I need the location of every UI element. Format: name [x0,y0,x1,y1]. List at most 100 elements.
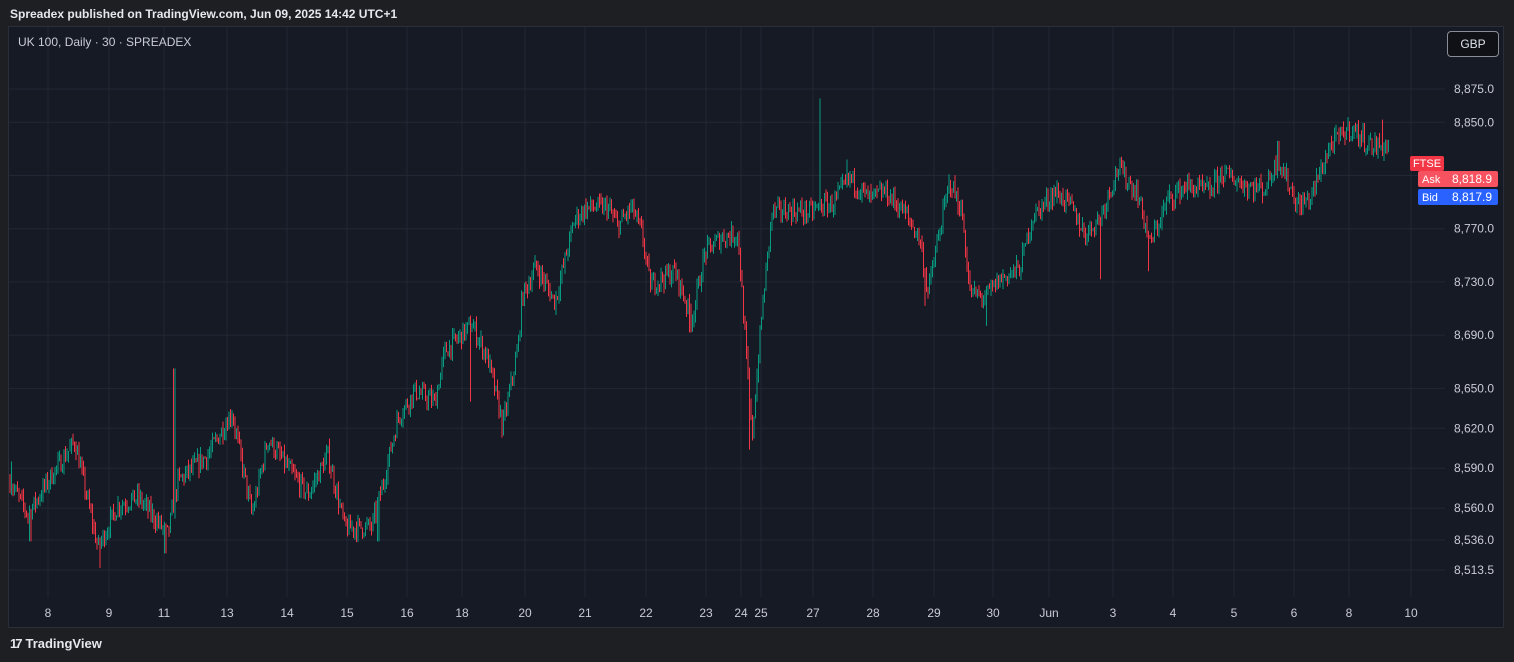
candle-body [1259,181,1260,187]
candle-body [491,360,492,369]
candlestick-chart[interactable]: 8,513.5 8,536.0 8,560.0 8,590.0 8,620.0 8,650… [0,0,1514,662]
candle-body [792,204,794,220]
candle-body [315,479,317,481]
candle-body [632,200,633,207]
candle-body [746,328,747,352]
candle-body [1130,181,1131,183]
candle-body [44,483,45,488]
candle-body [272,439,273,446]
candle-body [321,463,323,465]
candle-body [191,465,192,470]
candle-body [504,407,506,415]
candle-body [1155,226,1157,228]
candle-body [423,387,425,389]
candle-body [155,522,156,527]
candle-body [867,189,869,200]
candle-body [20,494,21,496]
candle-body [102,532,104,541]
candle-body [1100,218,1101,222]
candle-body [864,188,866,190]
candle-body [704,252,705,257]
candle-body [893,192,894,203]
y-tick-label: 8,730.0 [1454,275,1494,289]
candle-body [1221,170,1223,180]
candle-body [1113,184,1115,191]
candle-body [360,521,362,528]
candle-body [666,267,668,275]
candle-body [1152,238,1154,242]
x-tick-label: 21 [578,606,592,620]
candle-body [797,208,798,219]
candle-body [1166,200,1167,208]
candle-body [1058,187,1059,196]
candle-body [1356,126,1358,131]
candle-body [327,446,329,452]
candle-body [677,270,678,278]
x-tick-label: 24 [734,606,748,620]
candle-body [671,277,672,283]
candle-body [254,505,255,510]
candle-body [335,487,336,495]
candle-body [608,206,609,216]
candle-body [1107,191,1109,205]
candle-body [323,463,324,471]
candle-body [801,205,803,214]
candle-body [1365,148,1367,150]
candle-body [354,528,356,534]
candle-body [537,266,539,273]
candle-body [1175,191,1176,204]
candle-body [840,182,842,187]
candle-body [485,349,486,359]
candle-body [1062,193,1064,204]
candle-body [1046,194,1047,202]
candle-body [338,488,339,507]
candle-body [983,299,984,301]
candle-body [623,213,624,217]
x-tick-label: 8 [45,606,52,620]
candle-body [513,374,515,380]
candle-body [407,401,408,407]
candle-body [1056,187,1058,196]
candle-body [642,226,644,244]
candle-body [938,235,939,241]
candle-body [525,283,527,287]
candle-body [395,437,396,439]
candle-body [1296,201,1298,207]
candle-body [450,345,452,355]
candle-body [849,174,851,181]
candle-body [1376,138,1377,153]
candle-body [1044,201,1046,206]
candle-body [174,491,176,513]
candle-body [32,507,33,519]
candle-body [408,406,410,410]
ftse-tag-label: FTSE [1413,158,1441,170]
candle-body [1136,186,1137,199]
candle-body [572,225,573,230]
candle-body [123,504,125,506]
x-tick-label: 20 [518,606,532,620]
candle-body [233,417,234,424]
candle-body [129,506,131,509]
candle-body [1281,167,1283,173]
x-tick-label: 13 [220,606,234,620]
candle-body [302,476,303,480]
candle-body [582,209,584,219]
candle-body [1337,132,1338,135]
candle-body [483,349,485,356]
candle-body [833,207,834,212]
candle-body [1061,193,1062,203]
candle-body [1386,142,1388,149]
candle-body [1121,161,1122,166]
candle-body [1328,149,1329,159]
candle-body [969,277,971,289]
candle-body [267,445,269,449]
currency-button[interactable]: GBP [1447,31,1499,57]
tradingview-logo[interactable]: 17 TradingView [10,636,102,651]
candle-body [1022,249,1023,273]
candle-body [1374,138,1376,150]
candle-body [381,484,383,496]
candle-body [905,205,906,212]
candle-body [1070,197,1071,200]
candle-body [21,495,23,497]
candle-body [350,518,351,529]
